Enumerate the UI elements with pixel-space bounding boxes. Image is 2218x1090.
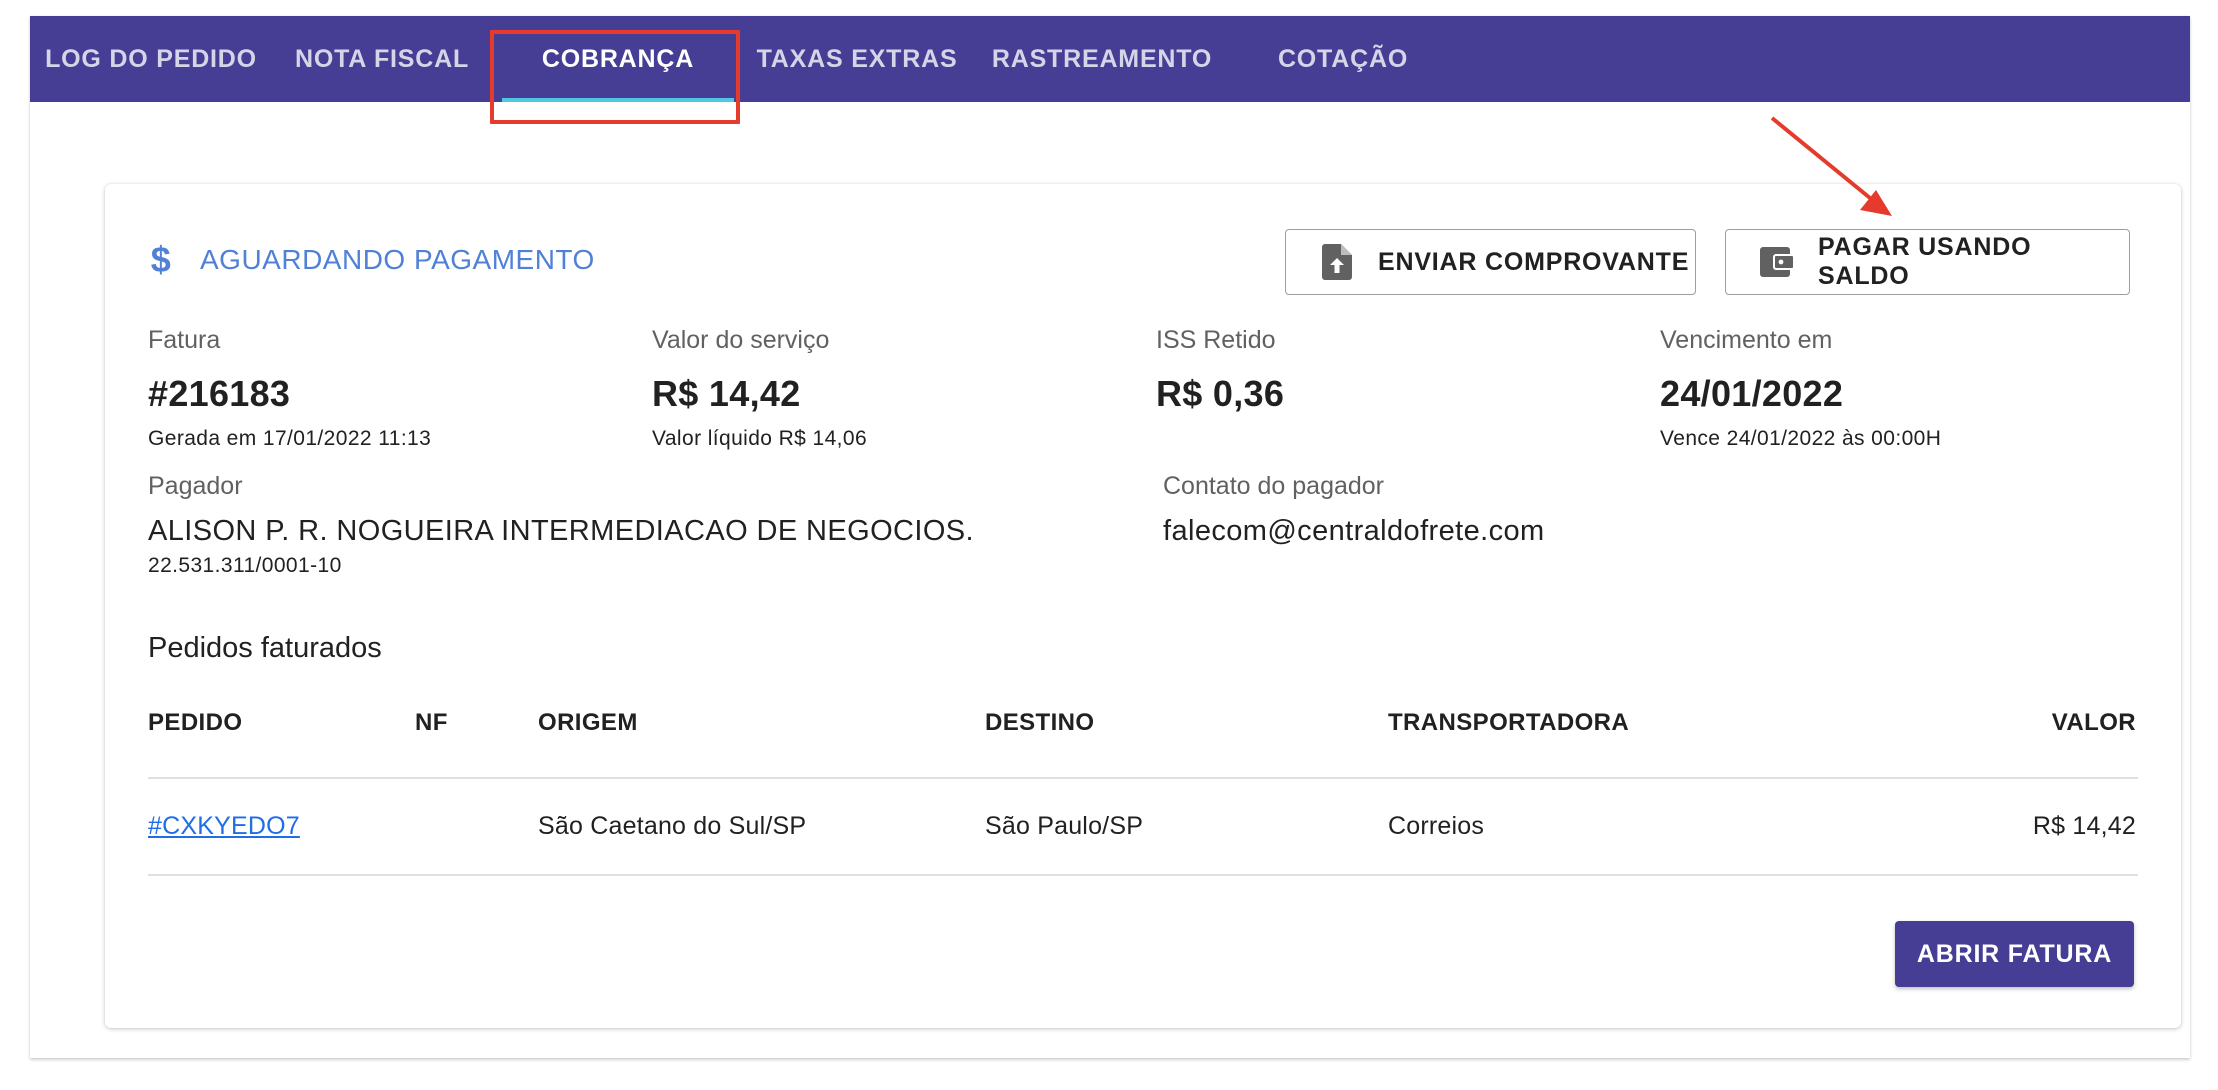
column-header-origem: ORIGEM — [538, 709, 638, 736]
order-link[interactable]: #CXKYEDO7 — [148, 812, 300, 841]
due-date: 24/01/2022 — [1660, 373, 1844, 414]
open-invoice-label: ABRIR FATURA — [1916, 939, 2113, 968]
tab-cotacao[interactable]: COTAÇÃO — [1278, 16, 1408, 102]
net-value: Valor líquido R$ 14,06 — [652, 427, 868, 450]
due-date-block: Vencimento em 24/01/2022 Vence 24/01/202… — [1660, 326, 1941, 451]
tab-label: COTAÇÃO — [1277, 44, 1409, 73]
service-value-block: Valor do serviço R$ 14,42 Valor líquido … — [652, 326, 867, 451]
tab-label: NOTA FISCAL — [294, 44, 470, 73]
tab-taxas-extras[interactable]: TAXAS EXTRAS — [757, 16, 957, 102]
tab-label: TAXAS EXTRAS — [756, 44, 958, 73]
payer-block: Pagador ALISON P. R. NOGUEIRA INTERMEDIA… — [148, 472, 974, 578]
service-value: R$ 14,42 — [652, 373, 801, 414]
payer-label: Pagador — [148, 472, 243, 500]
payer-document: 22.531.311/0001-10 — [148, 554, 342, 577]
tab-nota-fiscal[interactable]: NOTA FISCAL — [294, 16, 470, 102]
payer-contact-label: Contato do pagador — [1163, 472, 1385, 500]
column-header-pedido: PEDIDO — [148, 709, 243, 736]
tab-label: LOG DO PEDIDO — [45, 44, 257, 73]
column-header-nf: NF — [415, 709, 448, 736]
iss-value: R$ 0,36 — [1156, 373, 1285, 414]
iss-block: ISS Retido R$ 0,36 — [1156, 326, 1284, 415]
wallet-icon — [1760, 243, 1794, 281]
pay-with-balance-button[interactable]: PAGAR USANDO SALDO — [1725, 229, 2130, 295]
open-invoice-button[interactable]: ABRIR FATURA — [1895, 921, 2134, 987]
table-divider — [148, 874, 2138, 876]
tab-label: RASTREAMENTO — [991, 44, 1213, 73]
order-destination: São Paulo/SP — [985, 812, 1144, 840]
payment-status-text: AGUARDANDO PAGAMENTO — [200, 244, 595, 275]
order-origin: São Caetano do Sul/SP — [538, 812, 807, 840]
payer-name: ALISON P. R. NOGUEIRA INTERMEDIACAO DE N… — [148, 515, 974, 547]
tab-label: COBRANÇA — [541, 44, 695, 73]
tab-rastreamento[interactable]: RASTREAMENTO — [992, 16, 1211, 102]
dollar-icon: $ — [150, 239, 172, 280]
payer-contact-email: falecom@centraldofrete.com — [1163, 515, 1545, 547]
order-carrier: Correios — [1388, 812, 1485, 840]
invoice-number-block: Fatura #216183 Gerada em 17/01/2022 11:1… — [148, 326, 431, 451]
invoice-label: Fatura — [148, 326, 221, 354]
due-date-detail: Vence 24/01/2022 às 00:00H — [1660, 427, 1942, 450]
tab-log-do-pedido[interactable]: LOG DO PEDIDO — [45, 16, 256, 102]
billed-orders-title: Pedidos faturados — [148, 632, 382, 664]
invoice-number: #216183 — [148, 373, 291, 414]
send-receipt-label: ENVIAR COMPROVANTE — [1378, 247, 1690, 276]
order-value: R$ 14,42 — [2032, 812, 2136, 840]
tab-bar: LOG DO PEDIDO NOTA FISCAL COBRANÇA TAXAS… — [30, 16, 2190, 102]
tab-cobranca[interactable]: COBRANÇA — [502, 16, 734, 102]
send-receipt-button[interactable]: ENVIAR COMPROVANTE — [1285, 229, 1696, 295]
column-header-destino: DESTINO — [985, 709, 1095, 736]
pay-with-balance-label: PAGAR USANDO SALDO — [1818, 233, 2032, 290]
column-header-valor: VALOR — [2051, 709, 2136, 736]
payment-status: $ AGUARDANDO PAGAMENTO — [150, 239, 595, 281]
invoice-generated-date: Gerada em 17/01/2022 11:13 — [148, 427, 432, 450]
service-value-label: Valor do serviço — [652, 326, 830, 354]
billing-card: $ AGUARDANDO PAGAMENTO ENVIAR COMPROVANT… — [105, 184, 2181, 1028]
table-divider — [148, 777, 2138, 779]
iss-label: ISS Retido — [1156, 326, 1276, 354]
active-tab-indicator — [502, 98, 734, 102]
due-date-label: Vencimento em — [1660, 326, 1833, 354]
file-upload-icon — [1320, 243, 1354, 281]
order-panel: LOG DO PEDIDO NOTA FISCAL COBRANÇA TAXAS… — [30, 16, 2190, 1058]
column-header-transportadora: TRANSPORTADORA — [1388, 709, 1630, 736]
payer-contact-block: Contato do pagador falecom@centraldofret… — [1163, 472, 1545, 548]
